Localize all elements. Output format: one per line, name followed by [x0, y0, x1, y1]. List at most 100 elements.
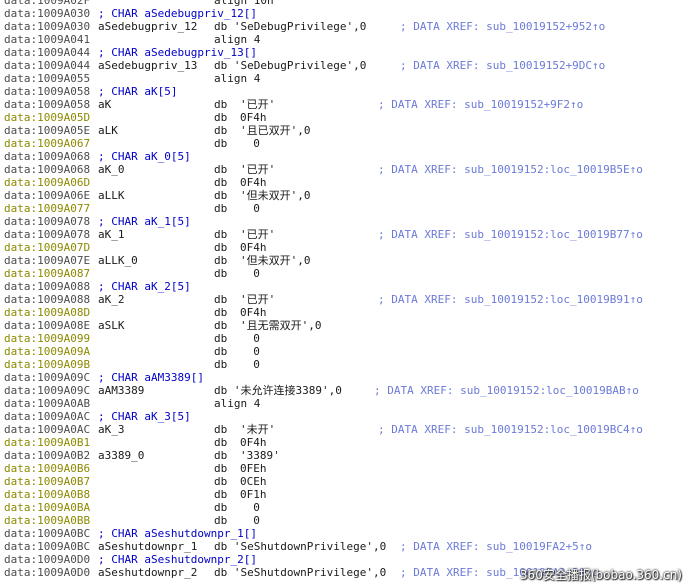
- listing-row[interactable]: data:1009A09C ; CHAR aAM3389[]: [0, 371, 688, 384]
- listing-row[interactable]: data:1009A0B7 db 0CEh: [0, 475, 688, 488]
- listing-row[interactable]: data:1009A0BC aSeshutdownpr_1 db 'SeShutdo…: [0, 540, 688, 553]
- directive: align 4: [214, 72, 261, 85]
- listing-row[interactable]: data:1009A09A db 0: [0, 345, 688, 358]
- listing-row[interactable]: data:1009A0D0 ; CHAR aSeshutdownpr_2[]: [0, 553, 688, 566]
- listing-row[interactable]: data:1009A09C aAM3389 db '未允许连接3389',0 ; DA…: [0, 384, 688, 397]
- listing-row[interactable]: data:1009A058 aK db '已开' ; DATA XREF: sub_10…: [0, 98, 688, 111]
- address: data:1009A08E: [4, 319, 91, 332]
- xref-comment: ; DATA XREF: sub_10019FA2+5↑o: [400, 540, 593, 553]
- directive: db: [214, 358, 228, 371]
- operand: 0: [240, 202, 260, 215]
- address: data:1009A0BA: [4, 501, 91, 514]
- operand: '3389': [240, 449, 280, 462]
- directive: db: [214, 306, 228, 319]
- address: data:1009A055: [4, 72, 91, 85]
- address: data:1009A041: [4, 33, 91, 46]
- listing-row[interactable]: data:1009A0AB align 4: [0, 397, 688, 410]
- operand: 0F4h: [240, 176, 267, 189]
- directive: db: [214, 137, 228, 150]
- operand: '但未双开',0: [240, 189, 311, 202]
- operand: 0F4h: [240, 436, 267, 449]
- inline-definition: db 'SeShutdownPrivilege',0: [214, 540, 387, 553]
- listing-row[interactable]: data:1009A07D db 0F4h: [0, 241, 688, 254]
- listing-row[interactable]: data:1009A088 ; CHAR aK_2[5]: [0, 280, 688, 293]
- symbol-label: aSLK: [98, 319, 125, 332]
- type-comment: ; CHAR aK_2[5]: [98, 280, 191, 293]
- listing-row[interactable]: data:1009A099 db 0: [0, 332, 688, 345]
- type-comment: ; CHAR aK_1[5]: [98, 215, 191, 228]
- listing-row[interactable]: data:1009A02F align 10h: [0, 0, 688, 7]
- symbol-label: aK_3: [98, 423, 125, 436]
- listing-row[interactable]: data:1009A0B8 db 0F1h: [0, 488, 688, 501]
- listing-row[interactable]: data:1009A0B6 db 0FEh: [0, 462, 688, 475]
- disassembly-listing[interactable]: data:1009A02F align 10h data:1009A030 ; CHA…: [0, 0, 688, 579]
- listing-row[interactable]: data:1009A06D db 0F4h: [0, 176, 688, 189]
- operand: '已开': [240, 98, 276, 111]
- address: data:1009A044: [4, 46, 91, 59]
- listing-row[interactable]: data:1009A0BC ; CHAR aSeshutdownpr_1[]: [0, 527, 688, 540]
- directive: db: [214, 332, 228, 345]
- listing-row[interactable]: data:1009A087 db 0: [0, 267, 688, 280]
- symbol-label: aK_0: [98, 163, 125, 176]
- listing-row[interactable]: data:1009A041 align 4: [0, 33, 688, 46]
- address: data:1009A0B6: [4, 462, 91, 475]
- xref-comment: ; DATA XREF: sub_10019152+9DC↑o: [400, 59, 606, 72]
- listing-row[interactable]: data:1009A0AC aK_3 db '未开' ; DATA XREF: sub_…: [0, 423, 688, 436]
- listing-row[interactable]: data:1009A08E aSLK db '且无需双开',0: [0, 319, 688, 332]
- listing-row[interactable]: data:1009A088 aK_2 db '已开' ; DATA XREF: sub_…: [0, 293, 688, 306]
- address: data:1009A07E: [4, 254, 91, 267]
- listing-row[interactable]: data:1009A077 db 0: [0, 202, 688, 215]
- xref-comment: ; DATA XREF: sub_10019152:loc_10019BAB↑o: [374, 384, 639, 397]
- listing-row[interactable]: data:1009A0B2 a3389_0 db '3389': [0, 449, 688, 462]
- listing-row[interactable]: data:1009A08D db 0F4h: [0, 306, 688, 319]
- listing-row[interactable]: data:1009A0BA db 0: [0, 501, 688, 514]
- listing-row[interactable]: data:1009A09B db 0: [0, 358, 688, 371]
- listing-row[interactable]: data:1009A058 ; CHAR aK[5]: [0, 85, 688, 98]
- address: data:1009A0B8: [4, 488, 91, 501]
- address: data:1009A030: [4, 7, 91, 20]
- listing-row[interactable]: data:1009A07E aLLK_0 db '但未双开',0: [0, 254, 688, 267]
- symbol-label: aK: [98, 98, 112, 111]
- symbol-label: aK_1: [98, 228, 125, 241]
- listing-row[interactable]: data:1009A05E aLK db '且已双开',0: [0, 124, 688, 137]
- operand: 0F4h: [240, 111, 267, 124]
- listing-row[interactable]: data:1009A078 ; CHAR aK_1[5]: [0, 215, 688, 228]
- directive: db: [214, 189, 228, 202]
- listing-row[interactable]: data:1009A068 aK_0 db '已开' ; DATA XREF: sub_…: [0, 163, 688, 176]
- listing-row[interactable]: data:1009A067 db 0: [0, 137, 688, 150]
- operand: 0FEh: [240, 462, 267, 475]
- operand: '且已双开',0: [240, 124, 311, 137]
- listing-row[interactable]: data:1009A05D db 0F4h: [0, 111, 688, 124]
- directive: db: [214, 202, 228, 215]
- listing-row[interactable]: data:1009A044 ; CHAR aSedebugpriv_13[]: [0, 46, 688, 59]
- listing-row[interactable]: data:1009A068 ; CHAR aK_0[5]: [0, 150, 688, 163]
- listing-row[interactable]: data:1009A030 aSedebugpriv_12 db 'SeDebugP…: [0, 20, 688, 33]
- type-comment: ; CHAR aK_0[5]: [98, 150, 191, 163]
- listing-row[interactable]: data:1009A044 aSedebugpriv_13 db 'SeDebugP…: [0, 59, 688, 72]
- address: data:1009A05D: [4, 111, 91, 124]
- address: data:1009A077: [4, 202, 91, 215]
- address: data:1009A088: [4, 293, 91, 306]
- directive: db: [214, 449, 228, 462]
- operand: 0: [240, 501, 260, 514]
- listing-row[interactable]: data:1009A078 aK_1 db '已开' ; DATA XREF: sub_…: [0, 228, 688, 241]
- listing-row[interactable]: data:1009A0AC ; CHAR aK_3[5]: [0, 410, 688, 423]
- directive: db: [214, 98, 228, 111]
- directive: db: [214, 241, 228, 254]
- operand: '已开': [240, 293, 276, 306]
- xref-comment: ; DATA XREF: sub_10019152:loc_10019B5E↑o: [378, 163, 643, 176]
- listing-row[interactable]: data:1009A055 align 4: [0, 72, 688, 85]
- listing-row[interactable]: data:1009A0B1 db 0F4h: [0, 436, 688, 449]
- symbol-label: aSedebugpriv_12: [98, 20, 198, 33]
- address: data:1009A0B2: [4, 449, 91, 462]
- listing-row[interactable]: data:1009A030 ; CHAR aSedebugpriv_12[]: [0, 7, 688, 20]
- operand: 0: [240, 332, 260, 345]
- directive: align 10h: [214, 0, 274, 7]
- type-comment: ; CHAR aK[5]: [98, 85, 178, 98]
- directive: db: [214, 345, 228, 358]
- listing-row[interactable]: data:1009A06E aLLK db '但未双开',0: [0, 189, 688, 202]
- address: data:1009A05E: [4, 124, 91, 137]
- directive: db: [214, 293, 228, 306]
- directive: align 4: [214, 33, 261, 46]
- listing-row[interactable]: data:1009A0BB db 0: [0, 514, 688, 527]
